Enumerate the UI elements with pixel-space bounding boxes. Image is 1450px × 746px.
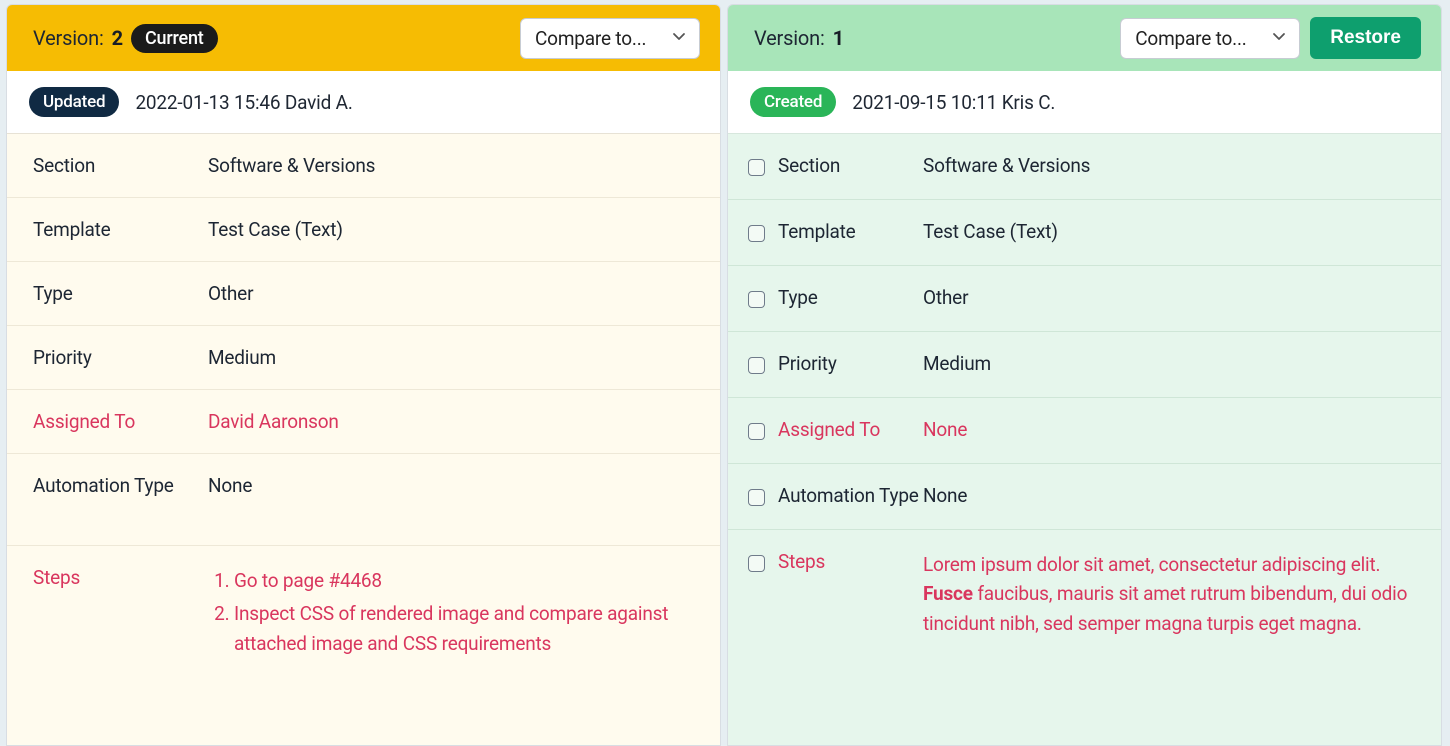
steps-text-bold: Fusce (923, 582, 973, 605)
step-item: Inspect CSS of rendered image and compar… (234, 599, 694, 658)
version-block-right: Version: 1 (754, 26, 844, 50)
field-value: None (923, 418, 1415, 441)
version-label: Version: (33, 26, 104, 50)
panel-header-right: Version: 1 Compare to... Restore (728, 5, 1441, 71)
field-row-type: Type Other (728, 266, 1441, 332)
compare-to-select-left[interactable]: Compare to... (520, 18, 700, 59)
field-row-section: Section Software & Versions (7, 134, 720, 198)
step-item: Go to page #4468 (234, 566, 694, 595)
field-row-assigned-to: Assigned To None (728, 398, 1441, 464)
field-label: Steps (778, 550, 923, 573)
field-row-automation-type: Automation Type None (728, 464, 1441, 530)
restore-field-checkbox[interactable] (748, 489, 765, 506)
restore-button[interactable]: Restore (1310, 17, 1421, 59)
version-panel-right: Version: 1 Compare to... Restore Created … (727, 4, 1442, 746)
field-label: Type (778, 286, 923, 309)
restore-field-checkbox[interactable] (748, 357, 765, 374)
current-pill: Current (131, 24, 218, 53)
field-row-section: Section Software & Versions (728, 134, 1441, 200)
field-value: Other (208, 282, 694, 305)
field-label: Section (778, 154, 923, 177)
field-row-automation-type: Automation Type None (7, 454, 720, 546)
field-value: David Aaronson (208, 410, 694, 433)
panel-header-left: Version: 2 Current Compare to... (7, 5, 720, 71)
field-label: Assigned To (778, 418, 923, 441)
field-value: Medium (208, 346, 694, 369)
status-badge-updated: Updated (29, 87, 119, 117)
restore-field-checkbox[interactable] (748, 291, 765, 308)
restore-field-checkbox[interactable] (748, 555, 765, 572)
field-row-type: Type Other (7, 262, 720, 326)
meta-text-left: 2022-01-13 15:46 David A. (135, 91, 352, 114)
field-value: None (923, 484, 1415, 507)
version-panel-left: Version: 2 Current Compare to... Updated … (6, 4, 721, 746)
field-value: Test Case (Text) (208, 218, 694, 241)
version-block-left: Version: 2 Current (33, 24, 218, 53)
field-label: Section (33, 154, 208, 177)
field-value: Other (923, 286, 1415, 309)
field-value: Test Case (Text) (923, 220, 1415, 243)
steps-list: Go to page #4468 Inspect CSS of rendered… (208, 566, 694, 658)
field-value: Medium (923, 352, 1415, 375)
field-value: Software & Versions (208, 154, 694, 177)
version-number: 2 (112, 26, 123, 50)
field-label: Type (33, 282, 208, 305)
restore-field-checkbox[interactable] (748, 423, 765, 440)
field-row-steps: Steps Go to page #4468 Inspect CSS of re… (7, 546, 720, 682)
compare-to-label: Compare to... (535, 27, 646, 50)
compare-to-select-right[interactable]: Compare to... (1120, 18, 1300, 59)
compare-to-label: Compare to... (1135, 27, 1246, 50)
field-label: Priority (33, 346, 208, 369)
field-value: None (208, 474, 694, 497)
version-label: Version: (754, 26, 825, 50)
field-row-priority: Priority Medium (728, 332, 1441, 398)
field-label: Automation Type (778, 484, 923, 507)
field-label: Template (33, 218, 208, 241)
field-row-assigned-to: Assigned To David Aaronson (7, 390, 720, 454)
field-label: Template (778, 220, 923, 243)
chevron-down-icon (671, 27, 687, 50)
meta-row-right: Created 2021-09-15 10:11 Kris C. (728, 71, 1441, 134)
field-label: Assigned To (33, 410, 208, 433)
meta-text-right: 2021-09-15 10:11 Kris C. (852, 91, 1055, 114)
status-badge-created: Created (750, 87, 836, 117)
steps-text-post: faucibus, mauris sit amet rutrum bibendu… (923, 582, 1407, 634)
restore-field-checkbox[interactable] (748, 225, 765, 242)
steps-text-pre: Lorem ipsum dolor sit amet, consectetur … (923, 553, 1380, 576)
fields-left: Section Software & Versions Template Tes… (7, 134, 720, 745)
field-value: Software & Versions (923, 154, 1415, 177)
field-label: Steps (33, 566, 208, 589)
field-row-template: Template Test Case (Text) (7, 198, 720, 262)
meta-row-left: Updated 2022-01-13 15:46 David A. (7, 71, 720, 134)
field-value-steps: Lorem ipsum dolor sit amet, consectetur … (923, 550, 1415, 638)
chevron-down-icon (1271, 27, 1287, 50)
field-row-priority: Priority Medium (7, 326, 720, 390)
version-number: 1 (833, 26, 844, 50)
restore-field-checkbox[interactable] (748, 159, 765, 176)
field-value-steps: Go to page #4468 Inspect CSS of rendered… (208, 566, 694, 662)
fields-right: Section Software & Versions Template Tes… (728, 134, 1441, 745)
field-label: Priority (778, 352, 923, 375)
field-row-template: Template Test Case (Text) (728, 200, 1441, 266)
field-row-steps: Steps Lorem ipsum dolor sit amet, consec… (728, 530, 1441, 658)
field-label: Automation Type (33, 474, 208, 497)
